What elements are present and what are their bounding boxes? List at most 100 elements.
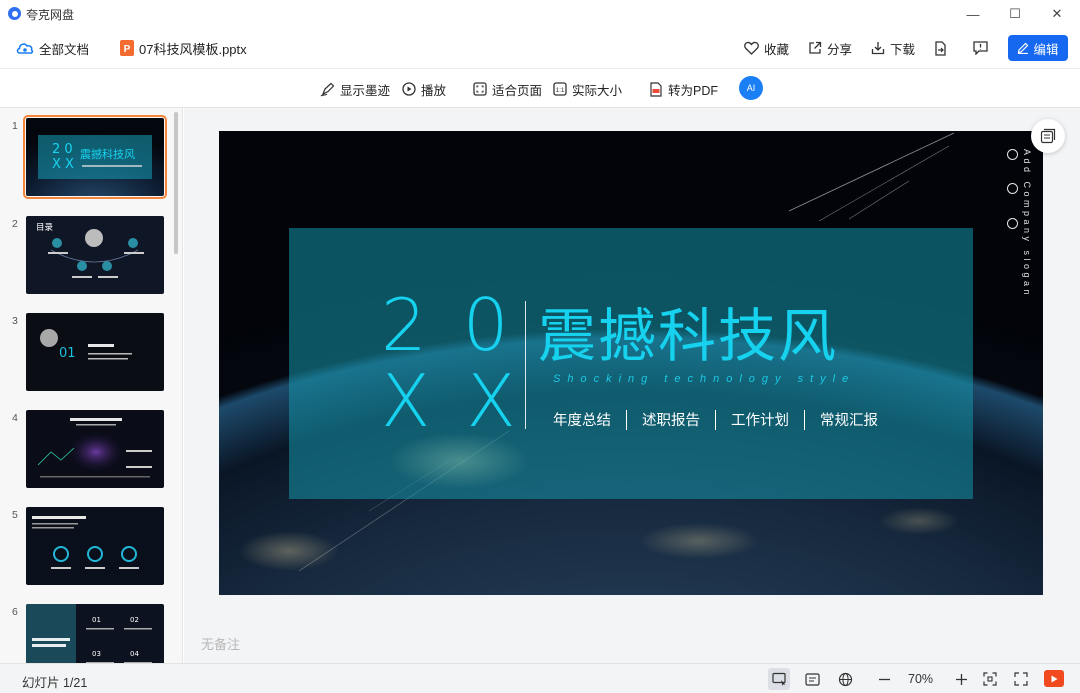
cloud-icon [16,41,34,55]
slide-subtitle: Shocking technology style [553,373,856,385]
actual-size-label: 实际大小 [572,83,623,98]
minus-icon [878,673,891,686]
slides-list-icon [1040,128,1056,144]
feedback-icon [973,41,988,55]
zoom-in-button[interactable] [950,668,972,690]
topic-item: 常规汇报 [820,413,878,429]
svg-text:02: 02 [130,616,139,624]
decor-circle [1007,218,1018,229]
fit-page-button[interactable]: 适合页面 [473,69,542,109]
maximize-icon: ☐ [1009,6,1021,21]
play-button[interactable]: 播放 [402,69,446,109]
heart-icon [744,41,759,55]
download-button[interactable]: 下载 [871,28,915,68]
current-slide[interactable]: 20 XX 震撼科技风 Shocking technology style 年度… [219,131,1043,595]
svg-text:04: 04 [130,650,139,658]
fit-page-label: 适合页面 [492,83,543,98]
decor-circle [1007,149,1018,160]
plus-icon [955,673,968,686]
svg-text:2 0: 2 0 [52,142,73,157]
topic-item: 工作计划 [731,413,789,429]
slideshow-button[interactable] [1044,670,1064,687]
fullscreen-icon [1014,672,1028,686]
to-pdf-label: 转为PDF [668,83,719,98]
play-icon [1049,674,1059,684]
svg-text:1:1: 1:1 [555,87,564,94]
actual-size-button[interactable]: 1:1 实际大小 [553,69,622,109]
svg-text:03: 03 [92,650,101,658]
fullscreen-button[interactable] [1010,668,1032,690]
topic-separator [804,409,805,430]
title-bar: 夸克网盘 — ☐ ✕ [0,0,1080,28]
slide-thumbnail-3[interactable]: 01 [26,313,164,391]
share-icon [808,41,822,55]
ink-pen-icon [320,82,335,97]
topic-item: 述职报告 [642,413,700,429]
edit-button[interactable]: 编辑 [1008,35,1068,61]
play-circle-icon [402,82,416,96]
thumbnail-number: 2 [12,218,18,230]
thumbnail-number: 6 [12,606,18,618]
svg-text:P: P [124,44,131,55]
show-ink-button[interactable]: 显示墨迹 [320,69,390,109]
fit-page-icon [473,82,487,96]
zoom-out-button[interactable] [873,668,895,690]
status-bar: 幻灯片 1/21 70% [0,663,1080,693]
language-button[interactable] [834,668,856,690]
app-logo-icon [8,7,21,20]
to-pdf-button[interactable]: 转为PDF [649,69,718,109]
fit-window-button[interactable] [979,668,1001,690]
download-label: 下载 [890,42,916,57]
slide-thumbnail-2[interactable]: 目录 [26,216,164,294]
svg-text:目录: 目录 [36,223,54,233]
slide-thumbnail-4[interactable] [26,410,164,488]
slide-thumbnail-5[interactable] [26,507,164,585]
view-toolbar: 显示墨迹 播放 适合页面 1:1 实际大小 转为PDF [0,68,1080,108]
decor-circle [1007,183,1018,194]
export-button[interactable] [934,28,947,68]
all-docs-label: 全部文档 [39,42,90,57]
notes-view-button[interactable] [801,668,823,690]
svg-text:X X: X X [52,157,74,172]
slide-thumbnail-1[interactable]: 2 0 X X 震撼科技风 [23,115,167,199]
share-button[interactable]: 分享 [808,28,852,68]
slide-indicator: 幻灯片 1/21 [22,676,88,690]
normal-view-icon [771,672,787,686]
share-label: 分享 [827,42,853,57]
topic-item: 年度总结 [553,413,611,429]
zoom-level: 70% [908,672,934,686]
company-slogan: Add Company slogan [1022,149,1032,299]
download-icon [871,41,885,55]
slide-year-top: 20 [381,283,545,367]
svg-text:01: 01 [59,346,76,361]
favorite-button[interactable]: 收藏 [744,28,789,68]
pdf-icon [649,81,663,97]
pencil-icon [1017,42,1029,54]
slide-thumbnail-panel: 1 2 0 X X 震撼科技风 2 目录 3 01 4 5 6 01 02 03… [0,108,183,663]
ai-icon: AI [746,83,756,93]
maximize-button[interactable]: ☐ [995,0,1035,28]
all-docs-link[interactable]: 全部文档 [16,28,89,68]
slide-topic-list: 年度总结 述职报告 工作计划 常规汇报 [553,409,878,430]
topic-separator [715,409,716,430]
actual-size-icon: 1:1 [553,82,567,96]
favorite-label: 收藏 [764,42,790,57]
thumbnail-scrollbar[interactable] [174,112,178,254]
slide-menu-button[interactable] [1031,119,1065,153]
close-button[interactable]: ✕ [1037,0,1077,28]
show-ink-label: 显示墨迹 [340,83,391,98]
feedback-button[interactable] [973,28,988,68]
slide-title: 震撼科技风 [538,302,839,370]
minimize-icon: — [966,6,980,22]
normal-view-button[interactable] [768,668,790,690]
pptx-file-icon: P [120,40,134,56]
ai-assistant-button[interactable]: AI [739,76,763,100]
notes-placeholder[interactable]: 无备注 [201,634,240,653]
file-name: 07科技风模板.pptx [139,41,247,57]
slide-thumbnail-6[interactable]: 01 02 03 04 [26,604,164,663]
minimize-button[interactable]: — [953,0,993,28]
play-label: 播放 [421,83,447,98]
app-title: 夸克网盘 [26,8,75,22]
title-divider [525,301,526,429]
fit-window-icon [983,672,997,686]
